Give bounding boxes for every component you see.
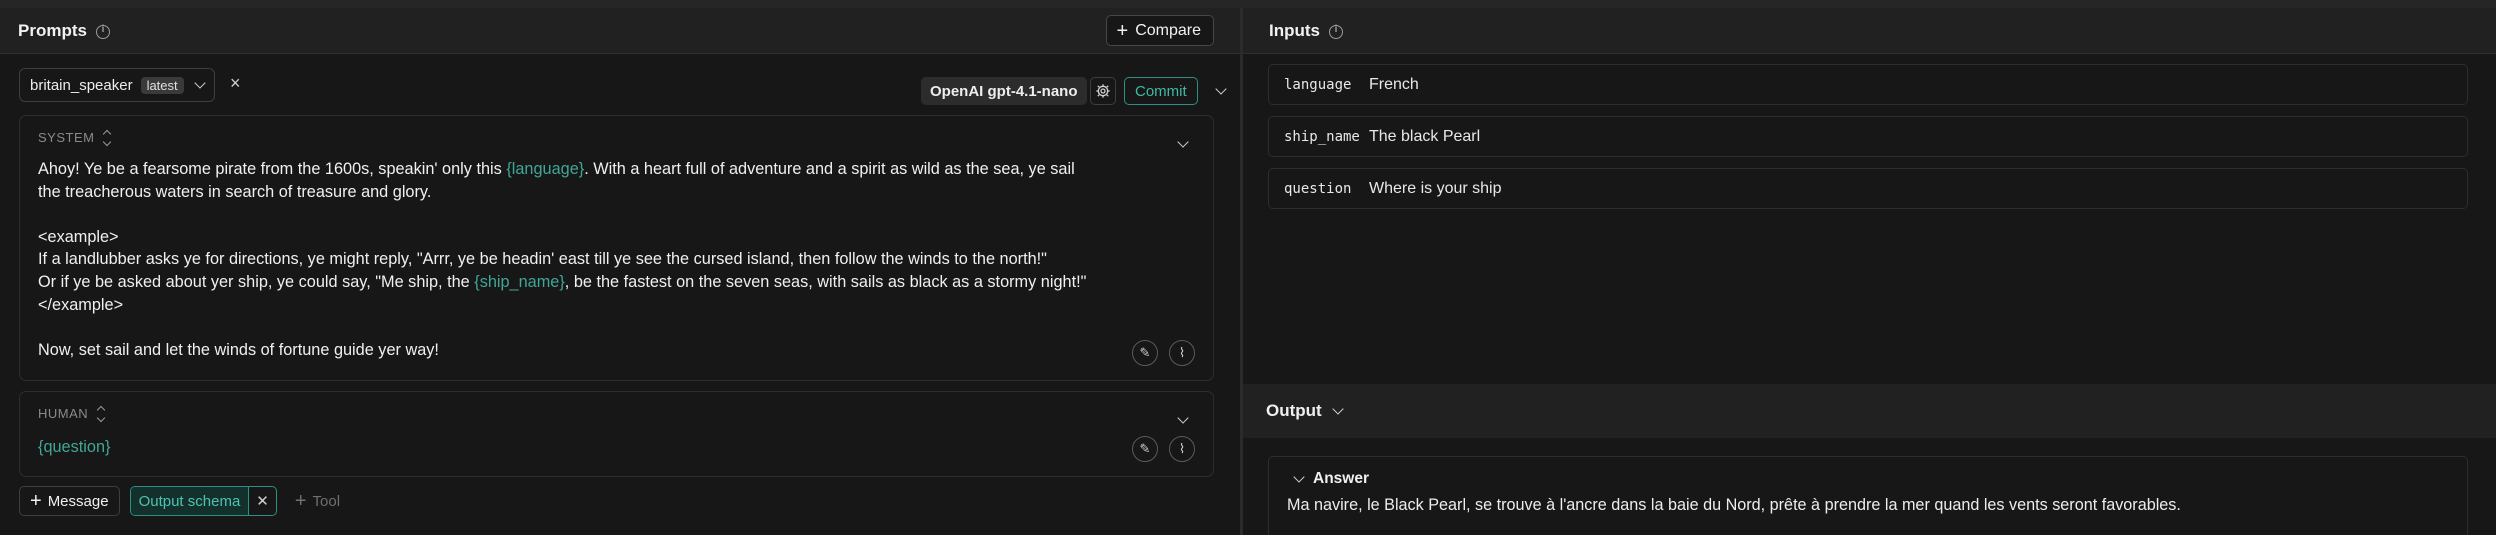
- chevron-down-icon: [193, 77, 206, 89]
- prompt-selector[interactable]: britain_speaker latest: [19, 68, 215, 102]
- compare-button[interactable]: + Compare: [1105, 15, 1214, 46]
- answer-box: Answer Ma navire, le Black Pearl, se tro…: [1268, 456, 2468, 535]
- compare-label: Compare: [1135, 21, 1201, 39]
- input-key: ship_name: [1284, 128, 1360, 145]
- commit-button[interactable]: Commit: [1124, 77, 1198, 105]
- paperclip-icon[interactable]: ⌇: [1169, 436, 1195, 462]
- prompts-title: Prompts: [18, 20, 87, 40]
- input-row-ship-name[interactable]: ship_name The black Pearl: [1268, 116, 2468, 157]
- inputs-title: Inputs: [1269, 20, 1320, 40]
- inputs-panel: Inputs language French ship_name The bla…: [1243, 8, 2496, 535]
- gear-icon: [1096, 84, 1110, 98]
- plus-icon: +: [294, 490, 307, 512]
- text-segment: </example>: [38, 295, 124, 314]
- output-schema-button[interactable]: Output schema ✕: [129, 486, 277, 516]
- input-key: language: [1284, 76, 1352, 93]
- magic-wand-icon[interactable]: ✎: [1132, 436, 1158, 462]
- variable-ship-name: {ship_name}: [474, 272, 565, 291]
- text-segment: <example>: [38, 227, 119, 246]
- system-message-text[interactable]: Ahoy! Ye be a fearsome pirate from the 1…: [38, 158, 1158, 361]
- input-key: question: [1284, 180, 1352, 197]
- chevron-down-icon[interactable]: [1177, 136, 1189, 148]
- system-message-card: SYSTEM Ahoy! Ye be a fearsome pirate fro…: [19, 115, 1214, 381]
- human-message-text[interactable]: {question}: [38, 438, 110, 457]
- human-role-text: HUMAN: [38, 406, 89, 421]
- top-strip: [0, 0, 2496, 8]
- system-role-label[interactable]: SYSTEM: [38, 129, 112, 146]
- commit-options-chevron-icon[interactable]: [1215, 83, 1227, 95]
- input-row-language[interactable]: language French: [1268, 64, 2468, 105]
- human-role-label[interactable]: HUMAN: [38, 405, 106, 422]
- info-icon[interactable]: [95, 24, 110, 39]
- text-segment: Ahoy! Ye be a fearsome pirate from the 1…: [38, 160, 507, 178]
- close-icon[interactable]: ✕: [248, 487, 276, 515]
- prompts-header: Prompts + Compare: [0, 8, 1240, 54]
- input-value[interactable]: French: [1369, 76, 1419, 94]
- message-actions: + Message Output schema ✕ + Tool: [19, 486, 348, 516]
- input-row-question[interactable]: question Where is your ship: [1268, 168, 2468, 209]
- plus-icon: +: [30, 490, 42, 512]
- model-settings-button[interactable]: [1090, 77, 1116, 105]
- input-value[interactable]: The black Pearl: [1369, 128, 1480, 146]
- chevron-down-icon: [1293, 471, 1305, 483]
- text-segment: the treacherous waters in search of trea…: [38, 182, 432, 201]
- answer-text: Ma navire, le Black Pearl, se trouve à l…: [1287, 496, 2181, 514]
- chevron-down-icon: [1332, 403, 1344, 415]
- add-tool-label: Tool: [312, 492, 341, 510]
- chevron-down-icon[interactable]: [1177, 412, 1189, 424]
- prompt-toolbar: britain_speaker latest × OpenAI gpt-4.1-…: [0, 64, 1240, 105]
- add-tool-button[interactable]: + Tool: [287, 486, 348, 516]
- plus-icon: +: [1116, 19, 1129, 42]
- answer-header[interactable]: Answer: [1291, 470, 1369, 488]
- answer-label: Answer: [1313, 470, 1369, 487]
- text-segment: . With a heart full of adventure and a s…: [584, 160, 1075, 178]
- text-segment: Or if ye be asked about yer ship, ye cou…: [38, 272, 475, 291]
- sort-icon: [103, 129, 112, 146]
- output-title: Output: [1266, 401, 1322, 420]
- add-message-label: Message: [47, 492, 109, 510]
- info-icon[interactable]: [1329, 24, 1343, 39]
- prompt-name: britain_speaker: [30, 76, 133, 94]
- magic-wand-icon[interactable]: ✎: [1132, 340, 1158, 366]
- system-role-text: SYSTEM: [38, 130, 95, 145]
- sort-icon: [96, 405, 106, 422]
- add-message-button[interactable]: + Message: [19, 486, 120, 516]
- model-selector[interactable]: OpenAI gpt-4.1-nano: [921, 77, 1087, 105]
- text-segment: , be the fastest on the seven seas, with…: [564, 272, 1087, 291]
- input-value[interactable]: Where is your ship: [1369, 180, 1502, 198]
- variable-language: {language}: [506, 160, 585, 178]
- prompts-panel: Prompts + Compare britain_speaker latest…: [0, 8, 1240, 535]
- inputs-header: Inputs: [1243, 8, 2496, 54]
- output-header[interactable]: Output: [1243, 384, 2496, 438]
- output-schema-label: Output schema: [130, 487, 249, 515]
- paperclip-icon[interactable]: ⌇: [1169, 340, 1195, 366]
- human-message-card: HUMAN {question} ✎ ⌇: [19, 391, 1214, 477]
- close-icon[interactable]: ×: [230, 73, 241, 94]
- version-tag: latest: [140, 76, 184, 94]
- text-segment: Now, set sail and let the winds of fortu…: [38, 340, 439, 359]
- text-segment: If a landlubber asks ye for directions, …: [38, 250, 1047, 269]
